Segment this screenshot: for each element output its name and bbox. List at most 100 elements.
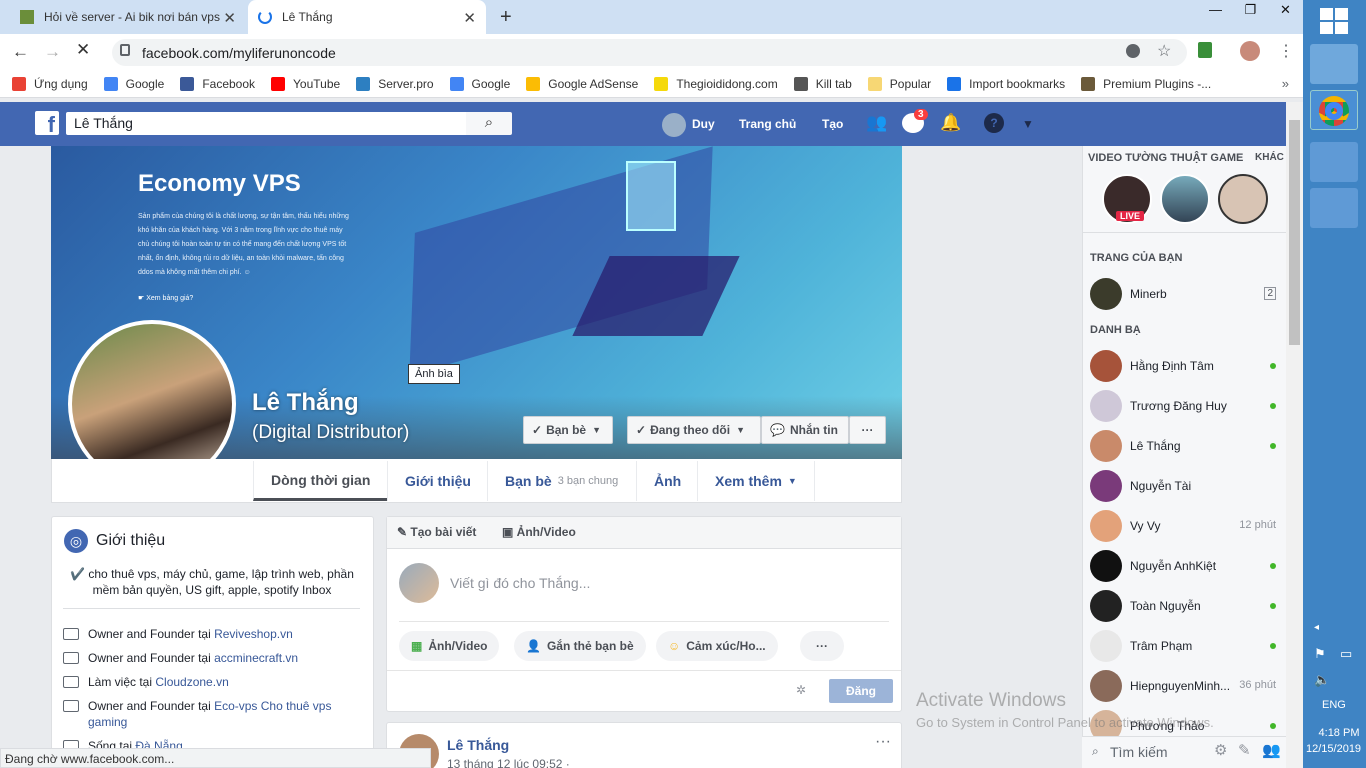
sidebar-search-input[interactable]: Tìm kiếm: [1110, 744, 1168, 760]
extension-icon[interactable]: [1198, 42, 1212, 58]
bookmark-item[interactable]: Import bookmarks: [947, 76, 1065, 91]
post-time[interactable]: 13 tháng 12 lúc 09:52 ·: [447, 757, 570, 768]
browser-tab[interactable]: Hỏi về server - Ai bik nơi bán vps ✕: [10, 0, 246, 34]
account-menu-icon[interactable]: ▼: [1022, 117, 1034, 131]
close-tab-icon[interactable]: ✕: [223, 9, 236, 27]
chrome-menu-icon[interactable]: ⋮: [1278, 41, 1294, 61]
intro-row-link[interactable]: Reviveshop.vn: [214, 627, 293, 641]
clock-date[interactable]: 12/15/2019: [1306, 743, 1361, 755]
contact-item[interactable]: Trương Đăng Huy: [1090, 389, 1280, 423]
windows-start-icon[interactable]: [1320, 8, 1348, 34]
photo-video-button[interactable]: ▦ Ảnh/Video: [399, 631, 500, 661]
new-tab-icon[interactable]: +: [500, 6, 512, 29]
facebook-search-input[interactable]: Lê Thắng: [66, 112, 466, 135]
more-composer-icon[interactable]: ···: [800, 631, 844, 661]
bookmark-item[interactable]: YouTube: [271, 76, 340, 91]
bookmark-item[interactable]: Thegioididong.com: [654, 76, 778, 91]
contact-item[interactable]: Vy Vy 12 phút: [1090, 509, 1280, 543]
help-icon[interactable]: ?: [984, 113, 1004, 133]
contact-item[interactable]: Nguyễn AnhKiệt: [1090, 549, 1280, 583]
create-post-tab[interactable]: ✎ Tạo bài viết: [397, 525, 476, 539]
bookmark-item[interactable]: Kill tab: [793, 76, 852, 91]
more-videos-link[interactable]: KHÁC: [1255, 152, 1284, 163]
page-name: Minerb: [1130, 287, 1167, 301]
clock-time[interactable]: 4:18 PM: [1314, 727, 1364, 739]
bookmark-item[interactable]: Server.pro: [356, 76, 434, 91]
feeling-button[interactable]: ☺ Cảm xúc/Ho...: [656, 631, 778, 661]
file-explorer-icon[interactable]: [1310, 44, 1358, 84]
terminal-app-icon[interactable]: [1310, 188, 1358, 228]
mutual-friends-count: 3 bạn chung: [557, 475, 619, 487]
friends-button[interactable]: ✓ Bạn bè ▼: [523, 416, 613, 444]
chat-settings-icon[interactable]: ⚙: [1214, 741, 1227, 759]
bookmark-star-icon[interactable]: ☆: [1157, 41, 1171, 61]
profile-avatar-icon[interactable]: [1240, 41, 1260, 61]
divider: [387, 670, 901, 671]
pencil-icon: ✎: [397, 525, 411, 539]
stop-loading-icon[interactable]: ✕: [76, 40, 90, 60]
video-thumbnail[interactable]: [1160, 174, 1210, 224]
bookmark-item[interactable]: Ứng dụng: [12, 76, 88, 91]
contact-item[interactable]: Trâm Phạm: [1090, 629, 1280, 663]
facebook-logo-icon[interactable]: f: [35, 111, 59, 137]
back-icon[interactable]: ←: [12, 42, 29, 62]
bookmarks-overflow-icon[interactable]: »: [1282, 76, 1289, 91]
contact-item[interactable]: Toàn Nguyễn: [1090, 589, 1280, 623]
volume-muted-icon[interactable]: 🔈: [1314, 672, 1330, 688]
minimize-icon[interactable]: —: [1198, 0, 1233, 22]
page-item[interactable]: Minerb 2: [1090, 277, 1280, 311]
home-link[interactable]: Trang chủ: [739, 117, 796, 131]
chrome-taskbar-icon[interactable]: [1310, 90, 1358, 130]
forward-icon[interactable]: →: [44, 42, 61, 62]
settings-gear-icon[interactable]: ✲: [796, 683, 806, 697]
browser-tab-active[interactable]: Lê Thắng ✕: [248, 0, 486, 34]
contact-item[interactable]: Hằng Định Tâm: [1090, 349, 1280, 383]
intro-row: Làm việc tại Cloudzone.vn: [63, 674, 353, 690]
user-avatar[interactable]: [662, 113, 686, 137]
flag-icon[interactable]: ⚑: [1314, 646, 1326, 662]
bookmark-item[interactable]: Popular: [867, 76, 931, 91]
tab-about[interactable]: Giới thiệu: [387, 461, 488, 501]
tab-more[interactable]: Xem thêm ▼: [697, 461, 815, 501]
maximize-icon[interactable]: ❐: [1233, 0, 1268, 22]
monitor-app-icon[interactable]: [1310, 142, 1358, 182]
intro-row-link[interactable]: Cloudzone.vn: [155, 675, 228, 689]
bookmark-item[interactable]: Premium Plugins -...: [1081, 76, 1211, 91]
video-thumbnail[interactable]: [1218, 174, 1268, 224]
close-tab-icon[interactable]: ✕: [463, 9, 476, 27]
network-icon[interactable]: ▭: [1340, 646, 1352, 662]
user-name-link[interactable]: Duy: [692, 117, 715, 131]
bookmark-item[interactable]: Google: [449, 76, 510, 91]
contact-item[interactable]: HiepnguyenMinh... 36 phút: [1090, 669, 1280, 703]
post-button[interactable]: Đăng: [829, 679, 893, 703]
address-bar[interactable]: facebook.com/myliferunoncode: [112, 39, 1187, 66]
bookmark-item[interactable]: Google: [103, 76, 164, 91]
friend-requests-icon[interactable]: 👥: [866, 113, 887, 133]
message-button[interactable]: 💬 Nhắn tin: [761, 416, 849, 444]
bookmark-item[interactable]: Facebook: [180, 76, 255, 91]
tab-timeline[interactable]: Dòng thời gian: [253, 461, 388, 501]
intro-row-link[interactable]: accminecraft.vn: [214, 651, 298, 665]
close-window-icon[interactable]: ✕: [1268, 0, 1303, 22]
tag-friends-button[interactable]: 👤 Gắn thẻ bạn bè: [514, 631, 646, 661]
more-options-button[interactable]: ···: [849, 416, 886, 444]
tab-friends[interactable]: Bạn bè 3 bạn chung: [487, 461, 635, 501]
new-group-icon[interactable]: 👥: [1262, 741, 1281, 759]
tab-photos[interactable]: Ảnh: [636, 461, 698, 501]
photo-video-tab[interactable]: ▣ Ảnh/Video: [502, 525, 576, 539]
bookmark-item[interactable]: Google AdSense: [526, 76, 638, 91]
contact-item[interactable]: Lê Thắng: [1090, 429, 1280, 463]
post-author[interactable]: Lê Thắng: [447, 737, 509, 753]
input-language[interactable]: ENG: [1322, 699, 1346, 711]
search-icon[interactable]: ⌕: [466, 112, 512, 135]
notifications-icon[interactable]: 🔔: [940, 113, 961, 133]
following-button[interactable]: ✓ Đang theo dõi ▼: [627, 416, 761, 444]
new-message-icon[interactable]: ✎: [1238, 741, 1251, 759]
show-hidden-icons[interactable]: ◂: [1314, 622, 1319, 633]
scrollbar-thumb[interactable]: [1289, 120, 1300, 345]
composer-input[interactable]: Viết gì đó cho Thắng...: [450, 575, 590, 591]
contact-item[interactable]: Nguyễn Tài: [1090, 469, 1280, 503]
post-options-icon[interactable]: ···: [875, 733, 891, 751]
blocked-content-icon[interactable]: [1126, 44, 1140, 58]
create-link[interactable]: Tạo: [822, 117, 843, 131]
